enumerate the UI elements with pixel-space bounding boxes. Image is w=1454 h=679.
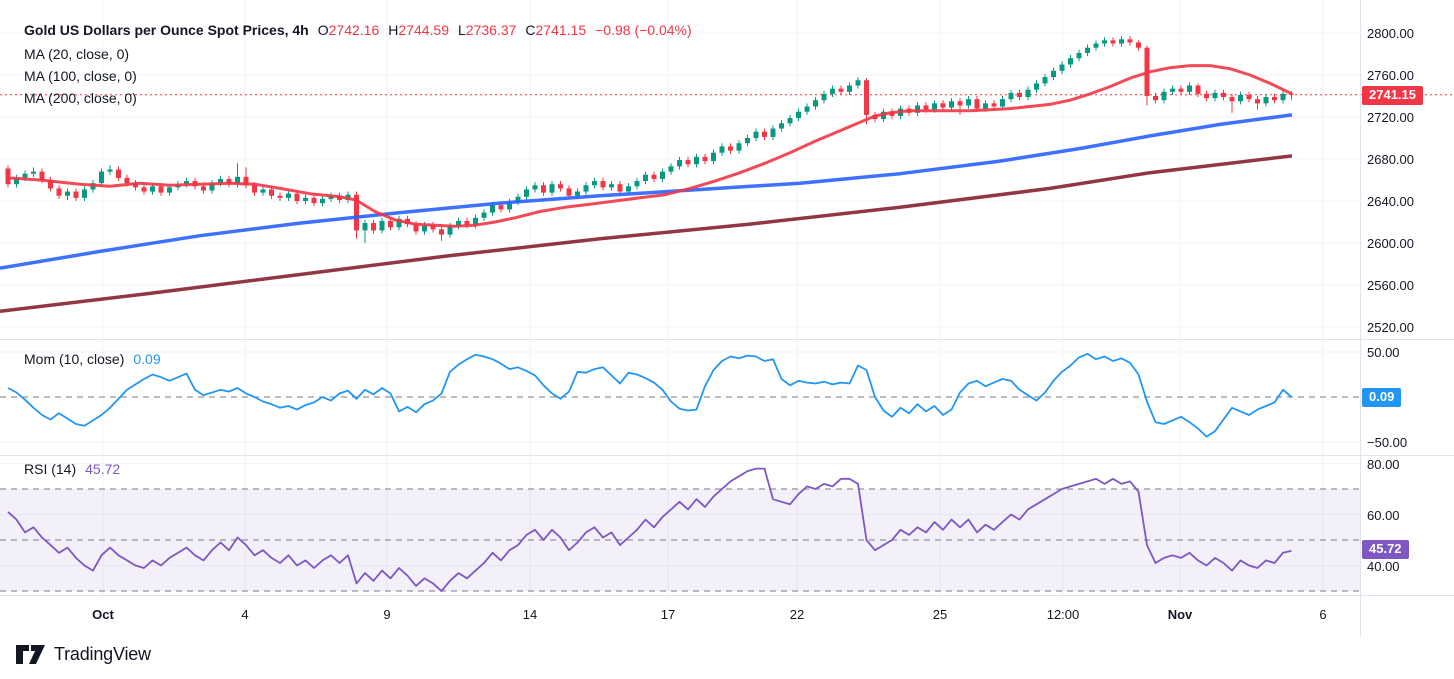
price-tick-label: 2520.00: [1367, 320, 1414, 335]
time-tick-label: 12:00: [1047, 607, 1080, 622]
momentum-tick-label: −50.00: [1367, 435, 1407, 450]
price-tick-label: 2760.00: [1367, 68, 1414, 83]
trading-chart: Gold US Dollars per Ounce Spot Prices, 4…: [0, 0, 1454, 679]
time-tick-label: 9: [383, 607, 390, 622]
momentum-pane[interactable]: [0, 340, 1360, 455]
ma20-legend[interactable]: MA (20, close, 0): [24, 46, 129, 62]
price-tick-label: 2800.00: [1367, 26, 1414, 41]
momentum-value: 0.09: [133, 351, 160, 367]
low-label: L: [458, 22, 466, 38]
rsi-label: RSI (14): [24, 461, 76, 477]
tradingview-attribution[interactable]: TradingView: [16, 644, 151, 665]
symbol-title: Gold US Dollars per Ounce Spot Prices, 4…: [24, 22, 309, 38]
momentum-tick-label: 50.00: [1367, 345, 1400, 360]
ma20-label: MA (20, close, 0): [24, 46, 129, 62]
price-tick-label: 2680.00: [1367, 152, 1414, 167]
rsi-pane[interactable]: [0, 456, 1360, 595]
rsi-legend[interactable]: RSI (14) 45.72: [24, 461, 120, 477]
rsi-value-badge: 45.72: [1362, 540, 1409, 559]
main-price-pane[interactable]: [0, 0, 1360, 339]
price-tick-label: 2640.00: [1367, 194, 1414, 209]
high-value: 2744.59: [398, 22, 449, 38]
rsi-tick-label: 60.00: [1367, 508, 1400, 523]
last-price-badge: 2741.15: [1362, 86, 1423, 105]
momentum-value-badge: 0.09: [1362, 388, 1401, 407]
change-value: −0.98 (−0.04%): [595, 22, 692, 38]
time-tick-label: 14: [523, 607, 537, 622]
price-tick-label: 2600.00: [1367, 236, 1414, 251]
open-label: O: [318, 22, 329, 38]
time-tick-label: Oct: [92, 607, 114, 622]
ma200-legend[interactable]: MA (200, close, 0): [24, 90, 137, 106]
close-label: C: [525, 22, 535, 38]
open-value: 2742.16: [329, 22, 380, 38]
high-label: H: [388, 22, 398, 38]
price-tick-label: 2720.00: [1367, 110, 1414, 125]
time-tick-label: Nov: [1168, 607, 1193, 622]
momentum-legend[interactable]: Mom (10, close) 0.09: [24, 351, 161, 367]
ma100-legend[interactable]: MA (100, close, 0): [24, 68, 137, 84]
close-value: 2741.15: [536, 22, 587, 38]
time-tick-label: 25: [933, 607, 947, 622]
time-tick-label: 6: [1319, 607, 1326, 622]
price-tick-label: 2560.00: [1367, 278, 1414, 293]
time-axis[interactable]: [0, 596, 1360, 637]
rsi-tick-label: 80.00: [1367, 457, 1400, 472]
ma200-label: MA (200, close, 0): [24, 90, 137, 106]
low-value: 2736.37: [466, 22, 517, 38]
rsi-value: 45.72: [85, 461, 120, 477]
time-tick-label: 22: [790, 607, 804, 622]
ma100-label: MA (100, close, 0): [24, 68, 137, 84]
momentum-label: Mom (10, close): [24, 351, 124, 367]
tradingview-logo-icon: [16, 644, 45, 665]
time-tick-label: 17: [661, 607, 675, 622]
symbol-legend[interactable]: Gold US Dollars per Ounce Spot Prices, 4…: [24, 22, 692, 38]
chart-canvas[interactable]: [0, 0, 1454, 679]
tradingview-brand-text: TradingView: [54, 644, 151, 665]
rsi-tick-label: 40.00: [1367, 559, 1400, 574]
time-tick-label: 4: [241, 607, 248, 622]
